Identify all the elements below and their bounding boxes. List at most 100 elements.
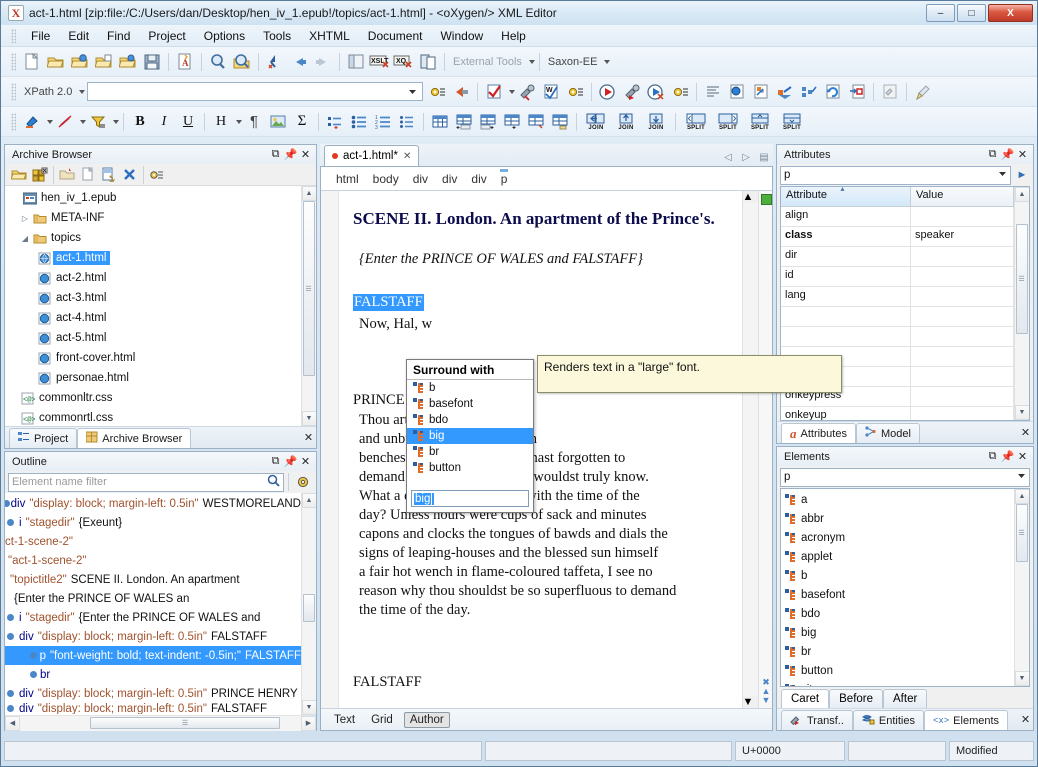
go-to-attribute-icon[interactable]: ► xyxy=(1014,166,1030,184)
attribute-value[interactable] xyxy=(911,347,1014,367)
chevron-down-icon[interactable] xyxy=(1017,471,1026,483)
outline-scrollbar[interactable]: ▲ ▼ xyxy=(301,493,316,715)
menu-project[interactable]: Project xyxy=(139,27,194,45)
tree-item-act-1[interactable]: act-1.html xyxy=(7,248,301,268)
transform-options-icon[interactable] xyxy=(668,80,692,104)
bullet-list-icon[interactable] xyxy=(347,110,371,134)
outline-row[interactable]: "topictitle2" SCENE II. London. An apart… xyxy=(5,570,301,589)
tab-author-mode[interactable]: Author xyxy=(403,711,450,728)
xpath-clear-icon[interactable] xyxy=(449,80,473,104)
tab-attributes[interactable]: a Attributes xyxy=(781,423,856,443)
scroll-down-icon[interactable]: ▼ xyxy=(301,700,316,715)
add-folder-icon[interactable] xyxy=(57,166,77,184)
split-editor-icon[interactable] xyxy=(344,50,368,74)
transform-debug-icon[interactable] xyxy=(644,80,668,104)
tree-item-meta-inf[interactable]: ▷ META-INF xyxy=(7,208,301,228)
join-left-icon[interactable]: JOIN xyxy=(581,110,611,134)
table-row[interactable]: id xyxy=(781,267,1014,287)
editor-tab-act-1[interactable]: act-1.html* ✕ xyxy=(324,145,420,166)
open-folder-icon[interactable] xyxy=(44,50,68,74)
elements-context-combo[interactable]: p xyxy=(780,467,1030,487)
list-item-acronym[interactable]: acronym xyxy=(781,528,1014,547)
attribute-value[interactable] xyxy=(911,327,1014,347)
element-combo[interactable]: p xyxy=(780,165,1011,185)
xquery-debugger-icon[interactable]: XQ xyxy=(392,50,416,74)
tree-item-act-2[interactable]: act-2.html xyxy=(7,268,301,288)
scroll-up-icon[interactable]: ▲ xyxy=(743,191,759,203)
outline-hscrollbar[interactable]: ◀ ☰ ▶ xyxy=(5,715,316,731)
tab-next-icon[interactable]: ▷ xyxy=(737,148,755,166)
list-item-bdo[interactable]: bdo xyxy=(781,604,1014,623)
outline-row[interactable]: div "display: block; margin-left: 0.5in"… xyxy=(5,627,301,646)
split-left-icon[interactable]: SPLIT xyxy=(680,110,712,134)
list-item-b[interactable]: b xyxy=(781,566,1014,585)
insert-column-before-icon[interactable] xyxy=(500,110,524,134)
column-header-value[interactable]: Value xyxy=(911,187,1014,207)
breadcrumb-body[interactable]: body xyxy=(366,170,406,188)
scroll-track[interactable] xyxy=(301,508,316,700)
scroll-track[interactable] xyxy=(742,203,759,696)
delete-column-icon[interactable] xyxy=(548,110,572,134)
transformer-label[interactable]: Saxon-EE xyxy=(544,56,602,68)
attribute-value[interactable] xyxy=(911,287,1014,307)
open-project-icon[interactable] xyxy=(116,50,140,74)
find-icon[interactable] xyxy=(206,50,230,74)
scroll-up-icon[interactable]: ▲ xyxy=(1014,489,1029,504)
archive-tree-scrollbar[interactable]: ▲ ☰ ▼ xyxy=(301,186,316,426)
filter-dropdown-icon[interactable] xyxy=(113,119,119,124)
scroll-down-icon[interactable]: ▼ xyxy=(743,696,759,708)
list-item-button[interactable]: button xyxy=(781,661,1014,680)
xpath-input[interactable] xyxy=(87,82,424,101)
spell-check-icon[interactable]: W xyxy=(539,80,563,104)
list-item-basefont[interactable]: basefont xyxy=(781,585,1014,604)
close-icon[interactable]: ✕ xyxy=(298,147,313,162)
table-row[interactable] xyxy=(781,327,1014,347)
tab-caret[interactable]: Caret xyxy=(781,689,830,708)
scroll-right-icon[interactable]: ▶ xyxy=(301,715,316,731)
underline-icon[interactable]: U xyxy=(176,110,200,134)
list-item-br[interactable]: br xyxy=(781,642,1014,661)
tab-before[interactable]: Before xyxy=(829,689,884,708)
content-assist-popup[interactable]: Surround with b basefont bdo big br butt… xyxy=(406,359,534,513)
content-assist-item-br[interactable]: br xyxy=(407,444,533,460)
new-archive-icon[interactable] xyxy=(30,166,50,184)
forward-arrow-icon[interactable] xyxy=(311,50,335,74)
scroll-track[interactable]: ☰ xyxy=(1014,504,1029,671)
toolbar-grip[interactable] xyxy=(11,112,16,131)
menu-document[interactable]: Document xyxy=(359,27,432,45)
save-icon[interactable] xyxy=(140,50,164,74)
tree-item-commonltr-css[interactable]: <@> commonltr.css xyxy=(7,388,301,408)
maximize-button[interactable]: □ xyxy=(957,4,986,22)
tab-after[interactable]: After xyxy=(883,689,928,708)
outline-row[interactable]: "act-1-scene-2" xyxy=(5,551,301,570)
elements-list[interactable]: a abbr acronym applet b basefont bdo big… xyxy=(780,488,1030,687)
tab-transformation[interactable]: Transf.. xyxy=(781,710,853,730)
tree-item-commonrtl-css[interactable]: <@> commonrtl.css xyxy=(7,408,301,426)
validation-status-icon[interactable] xyxy=(761,194,772,205)
scroll-thumb[interactable]: ☰ xyxy=(1015,504,1028,562)
browser-preview-icon[interactable] xyxy=(725,80,749,104)
highlight-color-icon[interactable] xyxy=(20,110,44,134)
menu-options[interactable]: Options xyxy=(195,27,254,45)
breadcrumb-html[interactable]: html xyxy=(329,170,366,188)
add-file-icon[interactable] xyxy=(78,166,98,184)
scroll-thumb[interactable] xyxy=(743,203,756,225)
attribute-value[interactable] xyxy=(911,207,1014,227)
table-row[interactable]: align xyxy=(781,207,1014,227)
save-as-icon[interactable]: A xyxy=(173,50,197,74)
modules-icon[interactable] xyxy=(797,80,821,104)
list-item-cite[interactable]: cite xyxy=(781,680,1014,686)
find-in-files-icon[interactable] xyxy=(230,50,254,74)
breadcrumb-p[interactable]: p xyxy=(494,168,515,188)
tab-prev-icon[interactable]: ◁ xyxy=(719,148,737,166)
float-icon[interactable]: ⧉ xyxy=(985,147,1000,162)
external-tools-dropdown-icon[interactable] xyxy=(528,59,535,64)
pin-icon[interactable]: 📌 xyxy=(283,147,298,162)
tab-archive-browser[interactable]: Archive Browser xyxy=(77,428,192,448)
strikethrough-icon[interactable] xyxy=(53,110,77,134)
back-arrow-icon[interactable] xyxy=(287,50,311,74)
tab-text-mode[interactable]: Text xyxy=(329,713,360,727)
twisty-collapsed-icon[interactable]: ▷ xyxy=(19,214,31,223)
twisty-expanded-icon[interactable]: ◢ xyxy=(19,234,31,243)
tree-item-topics[interactable]: ◢ topics xyxy=(7,228,301,248)
